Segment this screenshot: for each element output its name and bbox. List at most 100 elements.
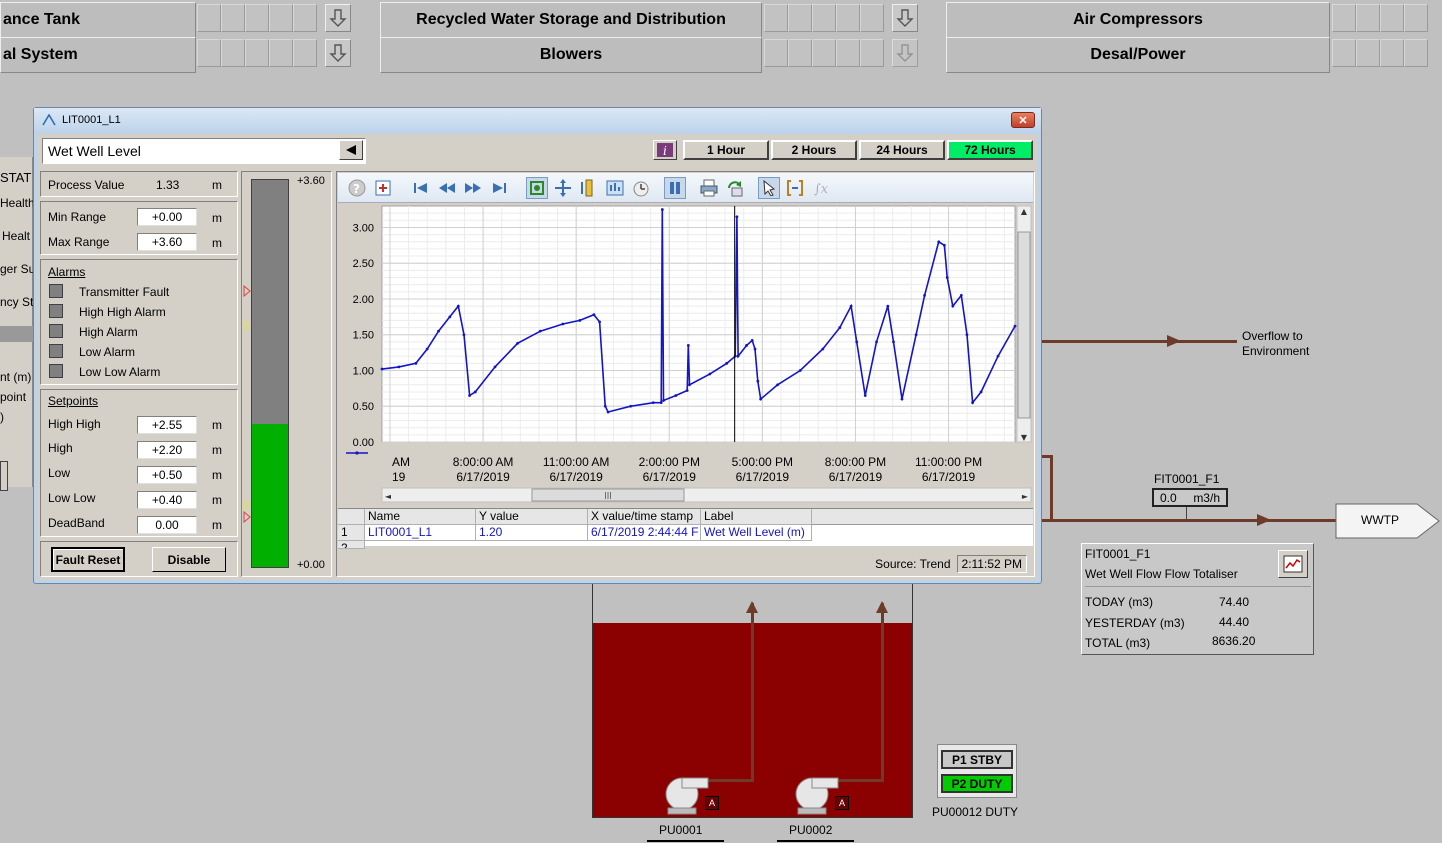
x-tick-date: 6/17/2019 xyxy=(456,470,510,484)
properties-icon[interactable] xyxy=(372,177,394,199)
p1-standby-button[interactable]: P1 STBY xyxy=(941,750,1013,769)
trend-popup-window[interactable]: LIT0001_L1 ✕ Wet Well Level i 1 Hour 2 H… xyxy=(33,107,1042,584)
clock-icon[interactable] xyxy=(630,177,652,199)
nav-desal-power[interactable]: Desal/Power xyxy=(946,37,1330,73)
window-titlebar[interactable]: LIT0001_L1 xyxy=(34,108,1041,131)
level-bar xyxy=(251,179,289,568)
totaliser-row-label: YESTERDAY (m3) xyxy=(1085,616,1185,630)
data-point xyxy=(686,344,690,347)
v-scroll-thumb xyxy=(1017,231,1031,419)
svg-text:i: i xyxy=(663,144,667,158)
fit-value: 0.0 xyxy=(1160,490,1177,505)
max-range-label: Max Range xyxy=(48,235,110,249)
pipe xyxy=(1050,455,1053,522)
y-tick-label: 1.50 xyxy=(353,330,374,342)
time-72h-button[interactable]: 72 Hours xyxy=(947,140,1033,160)
nav-balance-tank[interactable]: ance Tank xyxy=(0,2,196,38)
help-icon[interactable]: ? xyxy=(346,177,368,199)
nav-recycled-water[interactable]: Recycled Water Storage and Distribution xyxy=(380,2,762,38)
flow-totaliser[interactable]: FIT0001_F1 Wet Well Flow Flow Totaliser … xyxy=(1081,543,1314,655)
trend-icon[interactable] xyxy=(1278,550,1308,578)
data-point xyxy=(725,361,729,365)
setpoint-label: DeadBand xyxy=(48,516,105,530)
bar-top-label: +3.60 xyxy=(297,175,325,187)
totaliser-row-label: TODAY (m3) xyxy=(1085,595,1154,609)
bracket-icon[interactable] xyxy=(784,177,806,199)
disable-button[interactable]: Disable xyxy=(152,547,226,572)
nav-system[interactable]: al System xyxy=(0,37,196,73)
y-tick-label: 0.50 xyxy=(353,401,374,413)
setpoint-field[interactable]: +2.55 xyxy=(137,416,197,434)
partial-text: Healt xyxy=(2,229,31,243)
rewind-icon[interactable] xyxy=(436,177,458,199)
p2-duty-button[interactable]: P2 DUTY xyxy=(941,774,1013,793)
forward-icon[interactable] xyxy=(462,177,484,199)
alarm-label: Transmitter Fault xyxy=(79,285,170,299)
x-tick-date: 6/17/2019 xyxy=(922,470,976,484)
first-icon[interactable] xyxy=(410,177,432,199)
function-icon[interactable]: ∫x xyxy=(810,177,832,199)
pump-duty-panel[interactable]: P1 STBY P2 DUTY xyxy=(937,744,1017,798)
partial-button[interactable] xyxy=(0,461,8,491)
table-cell: 6/17/2019 2:44:44 F xyxy=(588,525,701,541)
time-1h-button[interactable]: 1 Hour xyxy=(683,140,769,160)
collapse-left-icon[interactable] xyxy=(339,140,363,160)
last-icon[interactable] xyxy=(488,177,510,199)
pause-icon[interactable] xyxy=(664,176,686,199)
autoscale-icon[interactable] xyxy=(604,177,626,199)
x-tick-label: 11:00:00 AM xyxy=(543,455,610,469)
cursor-icon[interactable] xyxy=(758,176,780,199)
row-number: 2 xyxy=(338,541,365,549)
x-tick-label: 5:00:00 PM xyxy=(732,455,793,469)
scroll-down-icon: ▼ xyxy=(1021,433,1028,442)
alarm-label: Low Low Alarm xyxy=(79,365,161,379)
time-2h-button[interactable]: 2 Hours xyxy=(771,140,857,160)
wwtp-connector[interactable]: WWTP xyxy=(1335,503,1441,539)
auto-mode-badge: A xyxy=(835,796,849,810)
nav-air-compressors[interactable]: Air Compressors xyxy=(946,2,1330,38)
fit-readout[interactable]: 0.0 m3/h xyxy=(1152,488,1228,507)
table-cell[interactable]: LIT0001_L1 xyxy=(365,525,476,541)
process-value-box: Process Value 1.33 m xyxy=(40,171,238,197)
table-header-cell: Label xyxy=(701,509,812,525)
data-point xyxy=(959,293,963,297)
row-number: 1 xyxy=(338,525,365,541)
down-arrow-icon[interactable] xyxy=(892,39,918,67)
pump-icon[interactable] xyxy=(792,774,840,819)
window-title: LIT0001_L1 xyxy=(62,113,121,126)
scale-icon[interactable] xyxy=(578,177,600,199)
trend-chart[interactable]: 3.00 2.50 2.00 1.50 1.00 0.50 0.00 AM19 8:00:00 … xyxy=(338,204,1033,506)
data-point xyxy=(674,394,678,397)
data-point xyxy=(688,383,691,387)
x-tick-date: 6/17/2019 xyxy=(549,470,603,484)
setpoint-label: High xyxy=(48,441,73,455)
time-24h-button[interactable]: 24 Hours xyxy=(859,140,945,160)
setpoint-field[interactable]: +2.20 xyxy=(137,441,197,459)
refresh-icon[interactable] xyxy=(724,177,746,199)
down-arrow-icon[interactable] xyxy=(325,4,351,32)
close-button[interactable]: ✕ xyxy=(1011,112,1035,128)
pump-icon[interactable] xyxy=(662,774,710,819)
fault-reset-button[interactable]: Fault Reset xyxy=(51,547,125,572)
underline xyxy=(777,840,854,842)
flow-arrow-icon xyxy=(746,601,758,613)
max-range-field[interactable]: +3.60 xyxy=(137,233,197,251)
pv-value: 1.33 xyxy=(156,178,180,192)
data-point xyxy=(886,304,890,308)
down-arrow-icon[interactable] xyxy=(325,39,351,67)
zoom-box-icon[interactable] xyxy=(526,176,548,199)
data-point xyxy=(951,304,955,308)
outlet-pipe xyxy=(1041,519,1336,522)
down-arrow-icon[interactable] xyxy=(892,4,918,32)
data-point xyxy=(606,410,610,414)
partial-text: point xyxy=(0,390,27,404)
pan-icon[interactable] xyxy=(552,177,574,199)
setpoint-field[interactable]: 0.00 xyxy=(137,516,197,534)
info-icon[interactable]: i xyxy=(653,140,677,160)
min-range-field[interactable]: +0.00 xyxy=(137,208,197,226)
app-icon xyxy=(42,113,56,125)
setpoint-field[interactable]: +0.50 xyxy=(137,466,197,484)
setpoint-field[interactable]: +0.40 xyxy=(137,491,197,509)
nav-blowers[interactable]: Blowers xyxy=(380,37,762,73)
print-icon[interactable] xyxy=(698,177,720,199)
